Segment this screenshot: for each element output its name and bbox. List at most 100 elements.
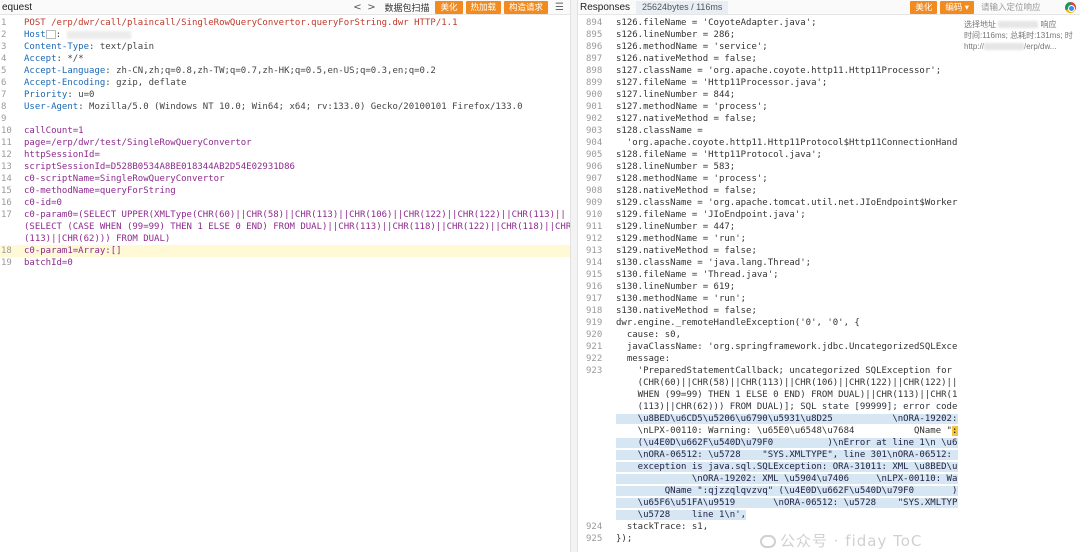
request-token: Accept: [24, 54, 57, 64]
response-viewer[interactable]: 894 s126.fileName = 'CoyoteAdapter.java';…: [578, 16, 958, 552]
response-line: 916 s130.lineNumber = 619;: [578, 281, 735, 293]
packet-scan-button[interactable]: 数据包扫描: [384, 1, 429, 14]
request-toolbar: equest < > 数据包扫描 美化 热加载 构造请求 ☰: [0, 0, 570, 15]
inspector-card: 选择地址 响应 时间:116ms; 总耗时:131ms; 时 http:// /e…: [958, 16, 1080, 64]
line-number: 13: [1, 162, 12, 172]
response-text: \nLPX-00110: Warning: \u65E0\u6548\u7684…: [616, 426, 958, 436]
response-line: 923 'PreparedStatementCallback; uncatego…: [578, 365, 958, 377]
response-line: \u8BED\u6CD5\u5206\u6790\u5931\u8D25 \nO…: [578, 413, 958, 425]
response-title: Responses: [580, 1, 631, 13]
response-text: s128.nativeMethod = false;: [616, 186, 757, 196]
line-number: 910: [586, 210, 603, 220]
response-line: 902 s127.nativeMethod = false;: [578, 113, 757, 125]
response-line: QName ":qjzzqlqvzvq" (\u4E0D\u662F\u540D…: [578, 485, 958, 497]
redacted-block: [998, 21, 1039, 29]
request-token: Accept-Language: [24, 66, 106, 76]
response-text: \u8BED\u6CD5\u5206\u6790\u5931\u8D25 \nO…: [616, 414, 958, 424]
search-match: :qjzzqlqvzvq: [951, 426, 958, 436]
response-line: 921 javaClassName: 'org.springframework.…: [578, 341, 958, 353]
line-number: 904: [586, 138, 603, 148]
line-number: 15: [1, 186, 12, 196]
pane-divider[interactable]: [570, 0, 578, 552]
request-editor[interactable]: 1 POST /erp/dwr/call/plaincall/SingleRowQ…: [0, 16, 571, 552]
line-number: 913: [586, 246, 603, 256]
line-number: 919: [586, 318, 603, 328]
response-line: 920 cause: s0,: [578, 329, 681, 341]
request-token: Content-Type: [24, 42, 90, 52]
line-number: 916: [586, 282, 603, 292]
response-text: s127.fileName = 'Http11Processor.java';: [616, 78, 828, 88]
request-line: 7 Priority: u=0: [0, 89, 570, 101]
line-number: 12: [1, 150, 12, 160]
line-number: 18: [1, 246, 12, 256]
request-token: scriptSessionId=D528B0534A8BE018344AB2D5…: [24, 162, 295, 172]
response-text: s129.lineNumber = 447;: [616, 222, 736, 232]
response-text: message:: [616, 354, 671, 364]
response-line: 909 s129.className = 'org.apache.tomcat.u…: [578, 197, 958, 209]
request-line: 16 c0-id=0: [0, 197, 570, 209]
line-number: 5: [1, 66, 7, 76]
line-number: 898: [586, 66, 603, 76]
response-text: exception is java.sql.SQLException: ORA-…: [616, 462, 958, 472]
forward-arrow-icon[interactable]: >: [364, 2, 378, 13]
request-line: 3 Content-Type: text/plain: [0, 41, 570, 53]
response-line: (113)||CHR(62))) FROM DUAL)]; SQL state …: [578, 401, 958, 413]
request-line: (113)||CHR(62))) FROM DUAL): [0, 233, 570, 245]
request-token: c0-id=0: [24, 198, 62, 208]
response-text: (CHR(60)||CHR(58)||CHR(113)||CHR(106)||C…: [637, 378, 958, 388]
redacted-block: [984, 43, 1025, 51]
hot-load-button[interactable]: 热加载: [465, 0, 502, 14]
browser-icon[interactable]: [1065, 1, 1076, 13]
response-pane: Responses 25624bytes / 116ms 美化 编码 ▾ 894…: [578, 0, 1080, 552]
line-number: 1: [1, 18, 7, 28]
response-line: 918 s130.nativeMethod = false;: [578, 305, 757, 317]
beautify-button[interactable]: 美化: [435, 0, 463, 14]
line-number: 7: [1, 90, 7, 100]
line-number: 917: [586, 294, 603, 304]
build-request-button[interactable]: 构造请求: [504, 0, 549, 14]
line-number: 909: [586, 198, 603, 208]
response-line: WHEN (99=99) THEN 1 ELSE 0 END) FROM DUA…: [578, 389, 958, 401]
request-line: 17 c0-param0=(SELECT UPPER(XMLType(CHR(60…: [0, 209, 570, 221]
response-line: 922 message:: [578, 353, 670, 365]
watermark-text: 公众号 · fiday ToC: [780, 532, 923, 550]
line-number: 901: [586, 102, 603, 112]
line-number: 19: [1, 258, 12, 268]
response-beautify-button[interactable]: 美化: [910, 0, 938, 14]
line-number: 902: [586, 114, 603, 124]
response-stats: 25624bytes / 116ms: [636, 0, 729, 14]
response-text: s130.nativeMethod = false;: [616, 306, 757, 316]
response-line: 897 s126.nativeMethod = false;: [578, 53, 757, 65]
request-token: POST: [24, 18, 52, 28]
back-arrow-icon[interactable]: <: [350, 2, 364, 13]
response-text: s126.lineNumber = 286;: [616, 30, 736, 40]
request-token: (113)||CHR(62))) FROM DUAL): [24, 234, 171, 244]
response-line: 919 dwr.engine._remoteHandleException('0'…: [578, 317, 860, 329]
request-line: 13 scriptSessionId=D528B0534A8BE018344AB2…: [0, 161, 570, 173]
request-token: page=/erp/dwr/test/SingleRowQueryConvert…: [24, 138, 252, 148]
chevron-down-icon: ▾: [964, 1, 969, 12]
response-line: 901 s127.methodName = 'process';: [578, 101, 768, 113]
request-token: : zh-CN,zh;q=0.8,zh-TW;q=0.7,zh-HK;q=0.5…: [105, 66, 436, 76]
request-token: callCount=1: [24, 126, 84, 136]
response-text: s126.nativeMethod = false;: [616, 54, 757, 64]
response-text: s127.lineNumber = 844;: [616, 90, 736, 100]
line-number: 908: [586, 186, 603, 196]
response-line: 917 s130.methodName = 'run';: [578, 293, 746, 305]
response-line: 924 stackTrace: s1,: [578, 521, 708, 533]
request-token: c0-param1=Array:[]: [24, 246, 122, 256]
line-number: 912: [586, 234, 603, 244]
request-line: 8 User-Agent: Mozilla/5.0 (Windows NT 10.…: [0, 101, 570, 113]
response-text: s127.className = 'org.apache.coyote.http…: [616, 66, 942, 76]
menu-icon[interactable]: ☰: [555, 2, 564, 13]
response-text: s130.className = 'java.lang.Thread';: [616, 258, 812, 268]
response-text: s128.className =: [616, 126, 703, 136]
response-line: 910 s129.fileName = 'JIoEndpoint.java';: [578, 209, 806, 221]
encode-dropdown[interactable]: 编码 ▾: [940, 0, 974, 14]
response-text: dwr.engine._remoteHandleException('0', '…: [616, 318, 860, 328]
request-line: 6 Accept-Encoding: gzip, deflate: [0, 77, 570, 89]
response-search-input[interactable]: [981, 1, 1061, 13]
request-token: : text/plain: [89, 42, 155, 52]
request-line: 18 c0-param1=Array:[]: [0, 245, 570, 257]
response-text: s128.fileName = 'Http11Protocol.java';: [616, 150, 822, 160]
